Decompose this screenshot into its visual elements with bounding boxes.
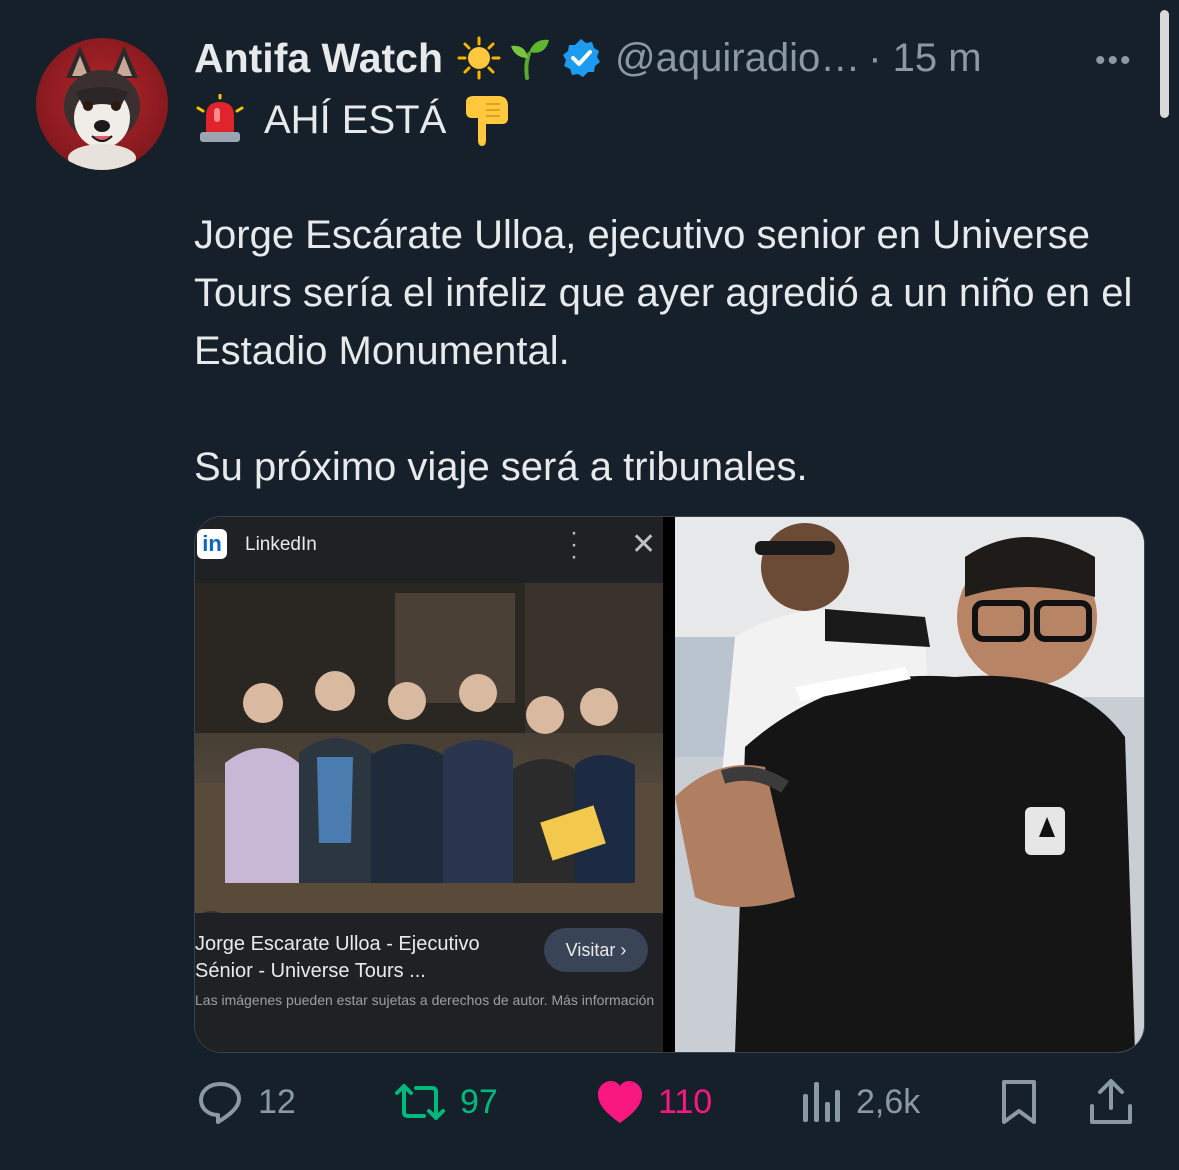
police-light-emoji-icon [196, 94, 244, 142]
visit-button-label: Visitar [565, 940, 616, 960]
linkedin-result-card: Jorge Escarate Ulloa - Ejecutivo Sénior … [195, 913, 663, 1052]
tweet-paragraph: Su próximo viaje será a tribunales. [194, 445, 808, 489]
reply-button[interactable]: 12 [196, 1070, 296, 1134]
media-grid: in LinkedIn · · · ✕ Jorge Escarate Ulloa… [194, 516, 1145, 1053]
author-avatar[interactable] [36, 38, 168, 170]
tweet-paragraph: Jorge Escárate Ulloa, ejecutivo senior e… [194, 213, 1133, 373]
verified-badge-icon[interactable] [561, 38, 601, 78]
bookmark-button[interactable] [998, 1070, 1040, 1134]
more-options-icon[interactable]: ••• [1095, 44, 1133, 78]
group-photo [195, 583, 663, 913]
scrollbar-thumb[interactable] [1160, 10, 1169, 118]
kebab-menu-icon: · · · [570, 519, 578, 570]
husky-avatar-image [64, 46, 140, 170]
like-button[interactable]: 110 [596, 1070, 712, 1134]
reply-count: 12 [258, 1082, 296, 1121]
stadium-photo-image[interactable] [675, 517, 1144, 1052]
tweet-actions: 12 97 110 2,6k [0, 1070, 1179, 1134]
stadium-photo-illustration [675, 517, 1144, 1052]
heart-filled-icon [598, 1081, 642, 1123]
visit-button: Visitar › [544, 928, 648, 972]
tweet-time[interactable]: · 15 m [868, 36, 981, 81]
tweet-first-line: AHÍ ESTÁ [194, 92, 512, 148]
name-emojis [457, 36, 551, 80]
linkedin-screenshot-image[interactable]: in LinkedIn · · · ✕ Jorge Escarate Ulloa… [195, 517, 663, 1052]
bookmark-icon [1002, 1080, 1036, 1124]
share-icon [1090, 1079, 1132, 1124]
analytics-icon [803, 1082, 840, 1122]
seedling-emoji-icon [511, 39, 550, 80]
pointing-down-emoji-icon [466, 96, 509, 146]
author-handle[interactable]: @aquiradio… [615, 36, 860, 81]
like-count: 110 [658, 1082, 713, 1121]
retweet-icon [395, 1084, 445, 1120]
group-photo-illustration [195, 583, 663, 913]
linkedin-result-title: Jorge Escarate Ulloa - Ejecutivo Sénior … [195, 933, 480, 982]
retweet-count: 97 [460, 1082, 498, 1121]
views-count: 2,6k [856, 1082, 921, 1121]
author-name[interactable]: Antifa Watch [194, 35, 443, 82]
views-button[interactable]: 2,6k [800, 1070, 920, 1134]
linkedin-site-name: LinkedIn [245, 534, 317, 555]
close-icon: ✕ [631, 528, 657, 561]
alert-text: AHÍ ESTÁ [264, 97, 447, 142]
reply-icon [199, 1082, 241, 1124]
sun-emoji-icon [457, 36, 501, 80]
linkedin-logo-icon: in [197, 529, 227, 559]
copyright-note: Las imágenes pueden estar sujetas a dere… [195, 992, 655, 1008]
share-button[interactable] [1088, 1070, 1134, 1134]
retweet-button[interactable]: 97 [394, 1070, 498, 1134]
tweet-header: Antifa Watch @aquiradio… · 15 m [194, 30, 982, 86]
tweet-body: Jorge Escárate Ulloa, ejecutivo senior e… [194, 206, 1144, 496]
linkedin-header: in LinkedIn · · · ✕ [195, 517, 663, 581]
